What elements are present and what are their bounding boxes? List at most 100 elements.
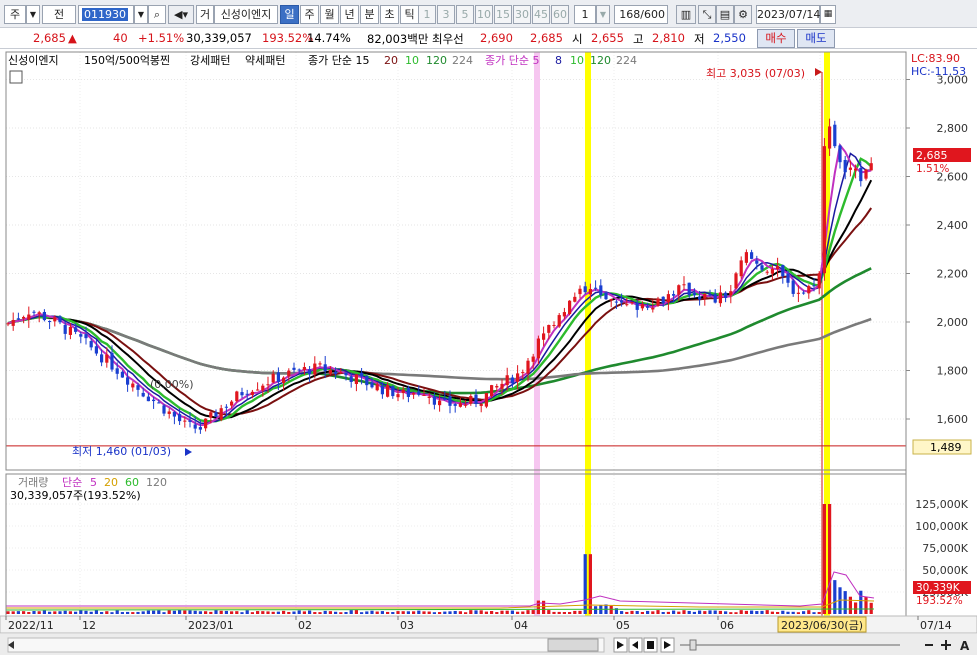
settings-gear-icon[interactable]: ⚙ [734, 5, 752, 24]
market-select[interactable]: 주 [4, 5, 26, 24]
volume-bar [115, 610, 119, 614]
period-tab-2[interactable]: 월 [320, 5, 339, 24]
count-input[interactable]: 1 [574, 5, 596, 24]
calendar-icon[interactable]: ▦ [820, 5, 836, 24]
search-icon[interactable]: ⌕ [148, 5, 166, 24]
candle-body [256, 389, 260, 391]
market-dropdown-button[interactable]: ▼ [26, 5, 40, 24]
period-tab-0[interactable]: 일 [280, 5, 299, 24]
trade-button[interactable]: 거 [196, 5, 214, 24]
volume-tick-label: 50,000K [922, 564, 968, 577]
last-price-tag-text: 2,685 [916, 149, 948, 162]
interval-tab-45[interactable]: 45 [532, 5, 550, 24]
toolbar: 주 ▼ 전 011930 ▼ ⌕ ◀▾ 거 신성이엔지 일주월년분초틱 1351… [0, 0, 977, 28]
interval-tab-30[interactable]: 30 [513, 5, 531, 24]
candle-body [796, 292, 800, 294]
stock-name: 신성이엔지 [214, 5, 278, 24]
candle-body [625, 304, 629, 306]
candle-body [16, 318, 20, 320]
interval-tab-60[interactable]: 60 [551, 5, 569, 24]
turnover-rate: 14.74% [307, 31, 351, 45]
interval-tab-5[interactable]: 5 [456, 5, 474, 24]
price-tick-label: 2,000 [937, 316, 969, 329]
candle-body [765, 271, 769, 273]
code-input[interactable]: 011930 [78, 5, 134, 24]
interval-tab-15[interactable]: 15 [494, 5, 512, 24]
period-tab-4[interactable]: 분 [360, 5, 379, 24]
volume-bar [458, 611, 462, 614]
candle-body [214, 412, 218, 417]
count-dropdown-icon[interactable]: ▼ [596, 5, 610, 24]
candle-body [152, 399, 156, 402]
speaker-icon[interactable]: ◀▾ [168, 5, 194, 24]
volume-bar [235, 611, 239, 614]
candle-body [703, 294, 707, 299]
volume-bar [110, 612, 114, 614]
prev-button[interactable]: 전 [42, 5, 76, 24]
candle-body [136, 385, 140, 390]
volume-bar [396, 611, 400, 614]
interval-tab-3[interactable]: 3 [437, 5, 455, 24]
volume-bar [63, 610, 67, 614]
candle-body [588, 289, 592, 295]
volume-bar [776, 611, 780, 614]
volume-bar [817, 611, 821, 614]
candle-body [386, 385, 390, 397]
period-tab-1[interactable]: 주 [300, 5, 319, 24]
volume-bar [562, 612, 566, 614]
volume-bar [848, 596, 852, 614]
candle-body [677, 285, 681, 295]
candle-body [162, 405, 166, 414]
price-tick-label: 2,200 [937, 268, 969, 281]
candle-body [219, 408, 223, 420]
candle-body [776, 266, 780, 270]
stock-chart[interactable]: 3,0002,8002,6002,4002,2002,0001,8001,600… [0, 49, 977, 655]
save-icon[interactable]: ▤ [716, 5, 734, 24]
candle-body [656, 298, 660, 306]
candle-body [516, 373, 520, 382]
candle-type-icon[interactable]: ▥ [676, 5, 696, 24]
candle-body [604, 292, 608, 300]
volume-bar [692, 611, 696, 614]
volume-bar [266, 611, 270, 614]
volume-bar [22, 611, 26, 614]
draw-tool-icon[interactable]: ⤡ [698, 5, 716, 24]
volume-bar [380, 611, 384, 614]
interval-tab-10[interactable]: 10 [475, 5, 493, 24]
volume-bar [276, 611, 280, 614]
buy-button[interactable]: 매수 [757, 29, 795, 48]
sell-button[interactable]: 매도 [797, 29, 835, 48]
volume-bar [786, 611, 790, 614]
hc-value: HC:-11.53 [911, 65, 966, 78]
volume-bar [547, 610, 551, 614]
candle-body [464, 404, 468, 406]
candle-body [198, 427, 202, 430]
date-input[interactable]: 2023/07/14 [756, 5, 820, 24]
volume-bar [245, 610, 249, 614]
volume-value: 30,339,057 [186, 31, 252, 45]
volume-bar [630, 610, 634, 614]
volume-bar [261, 611, 265, 614]
date-label: 04 [514, 619, 528, 632]
code-dropdown-icon[interactable]: ▼ [134, 5, 148, 24]
volume-ma-label: 단순 [62, 476, 82, 489]
candle-body [802, 292, 806, 294]
candle-body [354, 374, 358, 385]
candle-body [651, 307, 655, 310]
candle-body [282, 377, 286, 384]
volume-bar [552, 611, 556, 614]
current-price: 2,685 [33, 31, 66, 45]
candle-body [406, 387, 410, 397]
period-tab-3[interactable]: 년 [340, 5, 359, 24]
period-tab-6[interactable]: 틱 [400, 5, 419, 24]
candle-body [817, 273, 821, 289]
interval-tab-1[interactable]: 1 [418, 5, 436, 24]
candle-body [666, 294, 670, 303]
period-tab-5[interactable]: 초 [380, 5, 399, 24]
candle-body [58, 316, 62, 323]
volume-bar [354, 610, 358, 614]
mid-annotation: (0.00%) [150, 378, 194, 391]
candle-body [292, 367, 296, 370]
last-volume-pct: 193.52% [916, 595, 963, 607]
candle-body [230, 401, 234, 406]
